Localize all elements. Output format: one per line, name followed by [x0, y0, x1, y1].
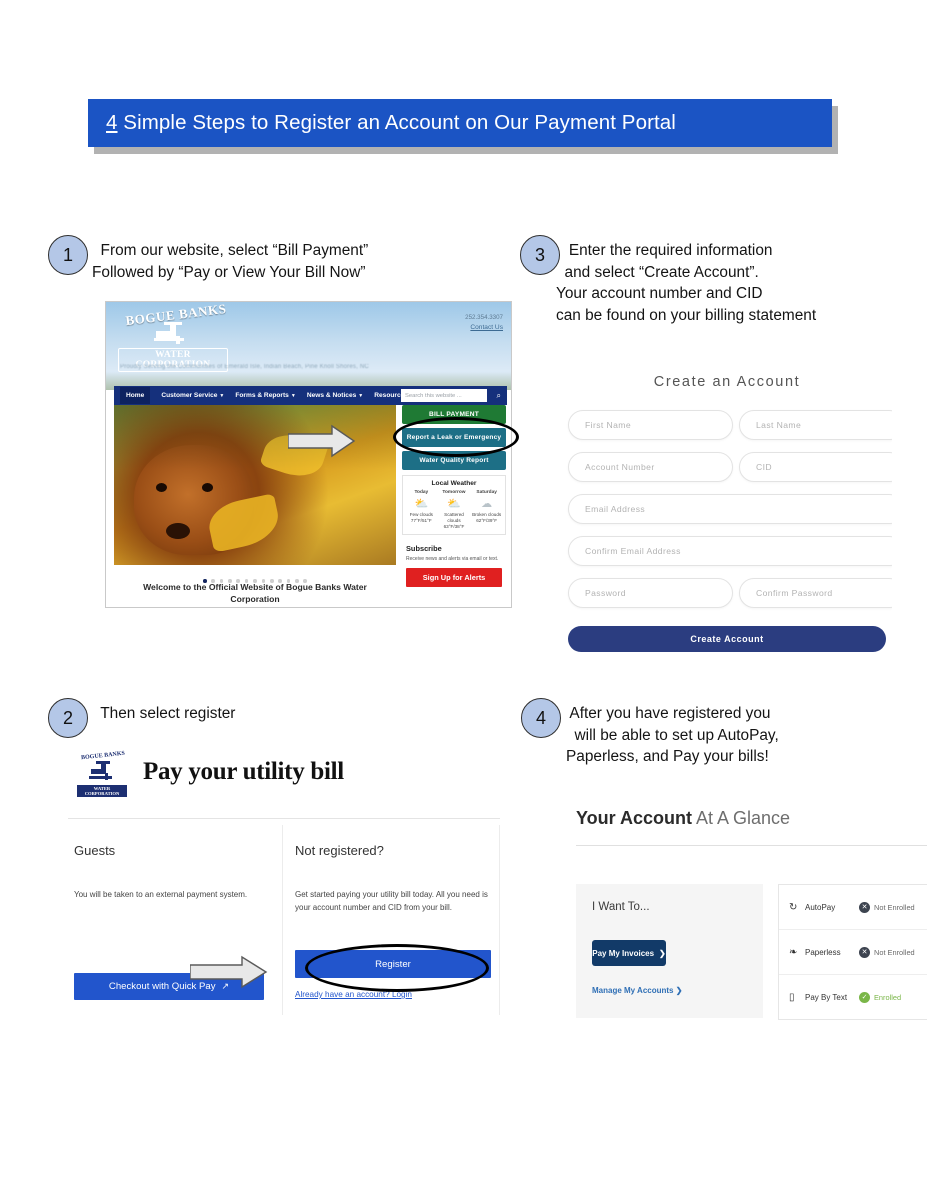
step-1-badge: 1: [48, 235, 88, 275]
chevron-down-icon: ▼: [290, 393, 296, 399]
step-3-number: 3: [534, 244, 545, 265]
create-account-heading: Create an Account: [653, 374, 801, 390]
manage-my-accounts-link[interactable]: Manage My Accounts ❯: [592, 986, 682, 995]
mobile-phone-icon: ▯: [789, 991, 795, 1003]
not-registered-body: Get started paying your utility bill tod…: [295, 890, 488, 912]
i-want-to-card: I Want To... Pay My Invoices ❯ Manage My…: [576, 884, 763, 1018]
status-row-autopay[interactable]: ↻ AutoPay ✕ Not Enrolled: [779, 885, 927, 930]
weather-day: Saturday ☁ Broken clouds 62°F/39°F: [472, 490, 502, 523]
pay-my-invoices-button[interactable]: Pay My Invoices ❯: [592, 940, 666, 966]
step-1-text: From our website, select “Bill Payment” …: [92, 242, 369, 281]
divider: [68, 818, 500, 819]
email-address-input[interactable]: Email Address: [568, 494, 892, 524]
faucet-icon: [89, 761, 112, 780]
subscribe-body: Receive news and alerts via email or tex…: [406, 556, 499, 562]
autopay-refresh-icon: ↻: [789, 901, 798, 913]
page-title: 4 Simple Steps to Register an Account on…: [88, 111, 676, 135]
not-enrolled-icon: ✕: [859, 901, 870, 913]
status-badge: ✕ Not Enrolled: [859, 901, 915, 913]
subscribe-heading: Subscribe: [406, 544, 442, 553]
step-4-text: After you have registered you will be ab…: [566, 705, 779, 765]
poster-page: 4 Simple Steps to Register an Account on…: [0, 0, 927, 1200]
chevron-down-icon: ▼: [358, 393, 364, 399]
website-welcome-heading: Welcome to the Official Website of Bogue…: [143, 582, 367, 604]
nav-item-forms-reports[interactable]: Forms & Reports ▼: [235, 392, 295, 399]
step-4-number: 4: [535, 707, 546, 728]
sun-cloud-icon: ⛅: [447, 498, 461, 510]
account-number-input[interactable]: Account Number: [568, 452, 733, 482]
subscribe-widget: Subscribe Receive news and alerts via em…: [402, 541, 506, 592]
create-account-screenshot: Create an Account First Name Last Name A…: [562, 370, 892, 660]
step-2-badge: 2: [48, 698, 88, 738]
status-label: AutoPay: [805, 902, 836, 912]
status-row-pay-by-text[interactable]: ▯ Pay By Text ✓ Enrolled: [779, 975, 927, 1019]
cloud-icon: ☁: [481, 498, 493, 510]
sign-up-alerts-button[interactable]: Sign Up for Alerts: [406, 568, 502, 587]
cid-input[interactable]: CID: [739, 452, 892, 482]
annotation-arrow: [288, 424, 356, 458]
step-3-badge: 3: [520, 235, 560, 275]
page-title-rest: Simple Steps to Register an Account on O…: [117, 111, 676, 134]
i-want-to-heading: I Want To...: [592, 901, 650, 913]
chevron-right-icon: ❯: [675, 986, 683, 995]
create-account-button[interactable]: Create Account: [568, 626, 886, 652]
search-icon[interactable]: ⌕: [497, 391, 501, 401]
status-badge: ✕ Not Enrolled: [859, 946, 915, 958]
password-input[interactable]: Password: [568, 578, 733, 608]
website-nav[interactable]: Home Customer Service ▼ Forms & Reports ▼ …: [114, 386, 507, 405]
status-row-paperless[interactable]: ❧ Paperless ✕ Not Enrolled: [779, 930, 927, 975]
portal-logo-sub: WATER CORPORATION: [77, 785, 127, 797]
website-contact-block: 252.354.3307 Contact Us: [465, 313, 503, 333]
nav-item-customer-service[interactable]: Customer Service ▼: [161, 392, 224, 399]
paperless-leaf-icon: ❧: [789, 946, 798, 958]
nav-item-news-notices[interactable]: News & Notices ▼: [307, 392, 363, 399]
website-logo: BOGUE BANKS WATER CORPORATION: [118, 302, 233, 372]
portal-title: Pay your utility bill: [143, 758, 344, 785]
annotation-arrow: [190, 955, 268, 989]
column-divider: [282, 825, 283, 1015]
enrolled-icon: ✓: [859, 991, 870, 1003]
glance-title: Your Account At A Glance: [576, 808, 790, 829]
portal-logo: BOGUE BANKS WATER CORPORATION: [75, 751, 131, 797]
divider: [576, 845, 927, 846]
confirm-email-input[interactable]: Confirm Email Address: [568, 536, 892, 566]
glance-title-light: At A Glance: [692, 808, 791, 828]
chevron-right-icon: ❯: [659, 948, 666, 958]
not-enrolled-icon: ✕: [859, 946, 870, 958]
step-3-text: Enter the required information and selec…: [556, 242, 817, 324]
weather-day: Today ⛅ Few clouds 77°F/51°F: [405, 490, 437, 530]
not-registered-heading: Not registered?: [295, 843, 384, 858]
website-search-input[interactable]: Search this website ...: [401, 389, 487, 402]
status-badge: ✓ Enrolled: [859, 991, 901, 1003]
status-label: Pay By Text: [805, 992, 848, 1002]
nav-item-home[interactable]: Home: [120, 387, 151, 404]
website-tagline: Proudly Serving the Communities of Emera…: [120, 364, 369, 370]
step-1-number: 1: [62, 244, 73, 265]
sun-cloud-icon: ⛅: [414, 498, 429, 510]
glance-title-bold: Your Account: [576, 808, 692, 828]
annotation-ellipse-bill-payment: [393, 417, 519, 457]
panel-edge: [499, 825, 500, 1015]
faucet-icon: [154, 322, 194, 346]
weather-heading: Local Weather: [431, 480, 477, 487]
account-glance-screenshot: Your Account At A Glance I Want To... Pa…: [562, 800, 927, 1032]
first-name-input[interactable]: First Name: [568, 410, 733, 440]
enrollment-status-panel: ↻ AutoPay ✕ Not Enrolled ❧ Paperless ✕ N…: [778, 884, 927, 1020]
website-contact-link[interactable]: Contact Us: [465, 323, 503, 333]
website-phone: 252.354.3307: [465, 314, 503, 321]
status-label: Paperless: [805, 947, 841, 957]
page-title-banner: 4 Simple Steps to Register an Account on…: [88, 99, 832, 147]
weather-day: Tomorrow ⛅ Scattered clouds 63°F/38°F: [438, 490, 470, 530]
confirm-password-input[interactable]: Confirm Password: [739, 578, 892, 608]
guests-body: You will be taken to an external payment…: [74, 890, 248, 899]
step-4-badge: 4: [521, 698, 561, 738]
annotation-ellipse-register: [305, 944, 489, 992]
last-name-input[interactable]: Last Name: [739, 410, 892, 440]
local-weather-widget: Local Weather Today ⛅ Few clouds 77°F/51…: [402, 475, 506, 535]
guests-heading: Guests: [74, 843, 116, 858]
step-2-number: 2: [62, 707, 73, 728]
page-title-number: 4: [106, 111, 118, 134]
step-2-text: Then select register: [92, 705, 236, 722]
chevron-down-icon: ▼: [219, 393, 225, 399]
